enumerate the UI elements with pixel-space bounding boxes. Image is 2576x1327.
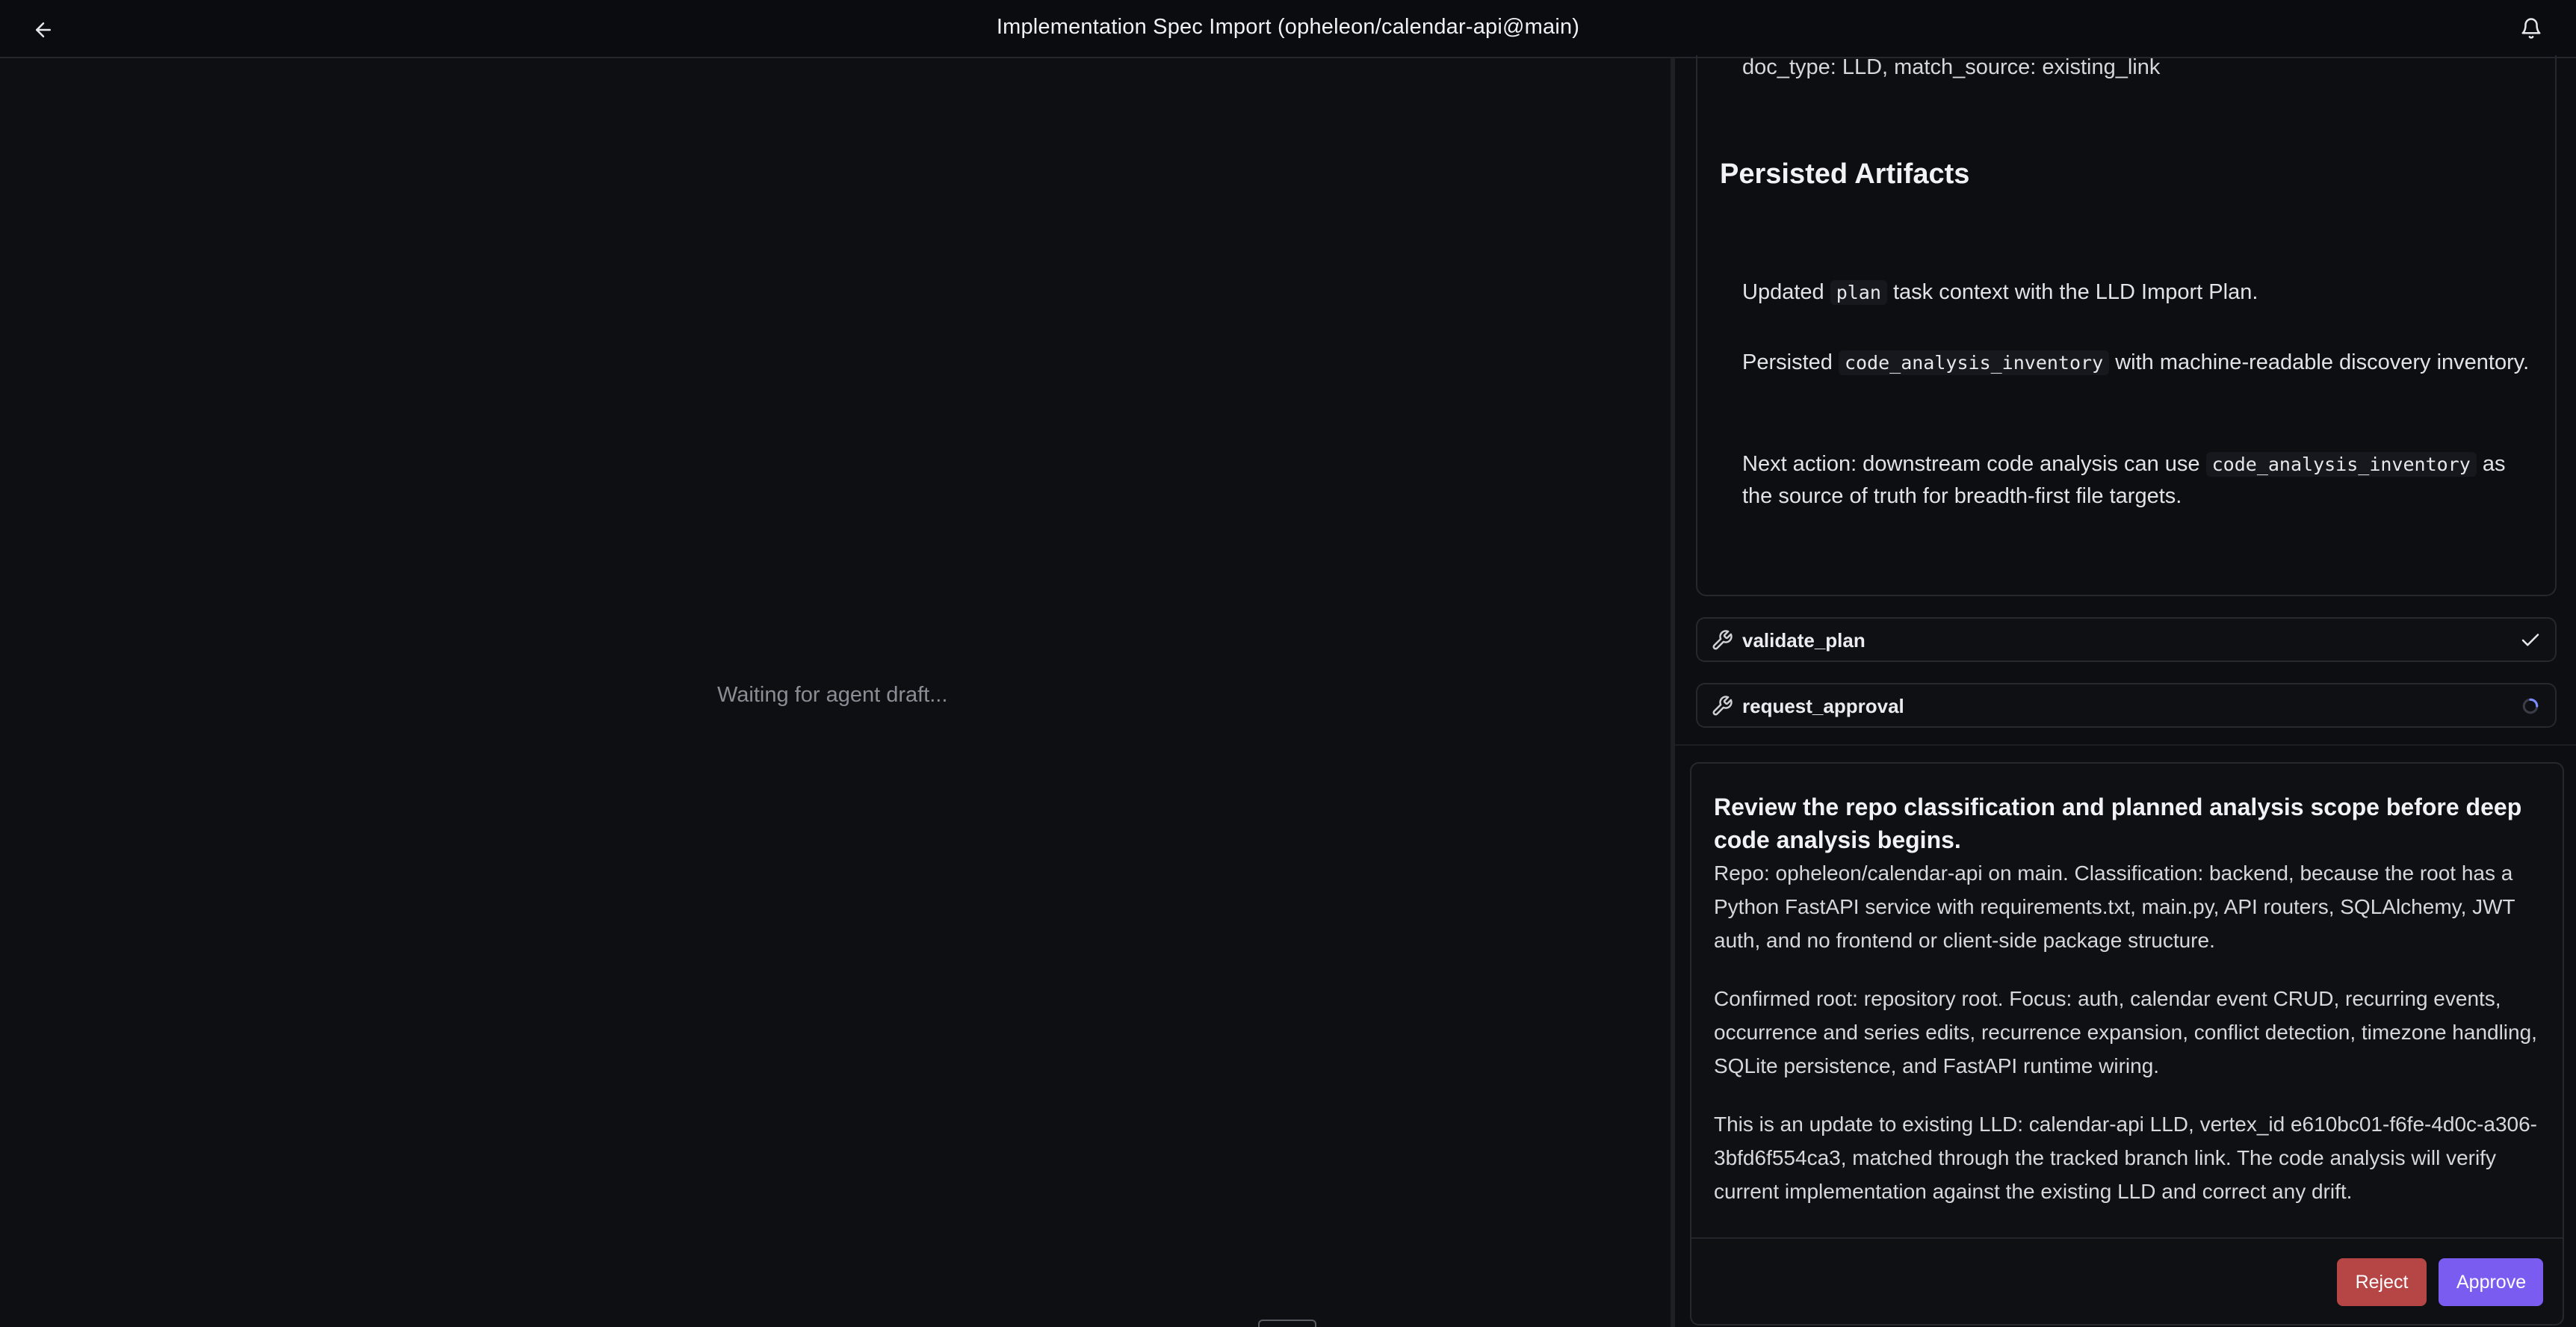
reject-button[interactable]: Reject xyxy=(2337,1258,2427,1306)
approval-paragraph: Repo: opheleon/calendar-api on main. Cla… xyxy=(1714,862,2515,952)
approve-button[interactable]: Approve xyxy=(2439,1258,2543,1306)
bell-icon xyxy=(2521,18,2541,39)
wrench-icon xyxy=(1712,696,1733,716)
tool-call-validate-plan[interactable]: validate_plan xyxy=(1696,617,2557,662)
tool-name: validate_plan xyxy=(1742,629,1866,652)
text-span: Persisted xyxy=(1742,350,1839,374)
top-bar: Implementation Spec Import (opheleon/cal… xyxy=(0,0,2576,58)
inline-code: code_analysis_inventory xyxy=(1838,350,2110,375)
artifact-paragraph: Persisted code_analysis_inventory with m… xyxy=(1742,347,2534,379)
draft-panel: Waiting for agent draft... xyxy=(0,58,1671,1327)
tool-call-request-approval[interactable]: request_approval xyxy=(1696,683,2557,728)
approval-paragraph: This is an update to existing LLD: calen… xyxy=(1714,1113,2537,1203)
approval-paragraph: Confirmed root: repository root. Focus: … xyxy=(1714,987,2537,1077)
metadata-line: doc_type: LLD, match_source: existing_li… xyxy=(1742,55,2161,79)
bottom-panel-handle[interactable] xyxy=(1258,1320,1316,1327)
section-heading: Persisted Artifacts xyxy=(1720,158,1970,190)
divider xyxy=(1691,1237,2563,1239)
agent-output-card: doc_type: LLD, match_source: existing_li… xyxy=(1696,55,2557,596)
spinner-icon xyxy=(2522,698,2539,714)
agent-panel: doc_type: LLD, match_source: existing_li… xyxy=(1675,55,2576,1327)
text-span: with machine-readable discovery inventor… xyxy=(2109,350,2530,374)
waiting-message: Waiting for agent draft... xyxy=(717,683,948,707)
notifications-button[interactable] xyxy=(2518,15,2545,42)
approval-title: Review the repo classification and plann… xyxy=(1714,794,2522,853)
text-span: task context with the LLD Import Plan. xyxy=(1886,280,2258,304)
check-icon xyxy=(2521,634,2539,646)
inline-code: code_analysis_inventory xyxy=(2205,452,2477,477)
tool-name: request_approval xyxy=(1742,695,1904,717)
artifact-paragraph: Next action: downstream code analysis ca… xyxy=(1742,448,2534,512)
text-span: Updated xyxy=(1742,280,1830,304)
page-title: Implementation Spec Import (opheleon/cal… xyxy=(996,15,1580,39)
artifact-paragraph: Updated plan task context with the LLD I… xyxy=(1742,276,2534,309)
text-span: Next action: downstream code analysis ca… xyxy=(1742,452,2206,476)
approval-request-card: Review the repo classification and plann… xyxy=(1690,762,2564,1326)
divider xyxy=(1675,744,2576,746)
inline-code: plan xyxy=(1830,280,1887,305)
wrench-icon xyxy=(1712,630,1733,650)
